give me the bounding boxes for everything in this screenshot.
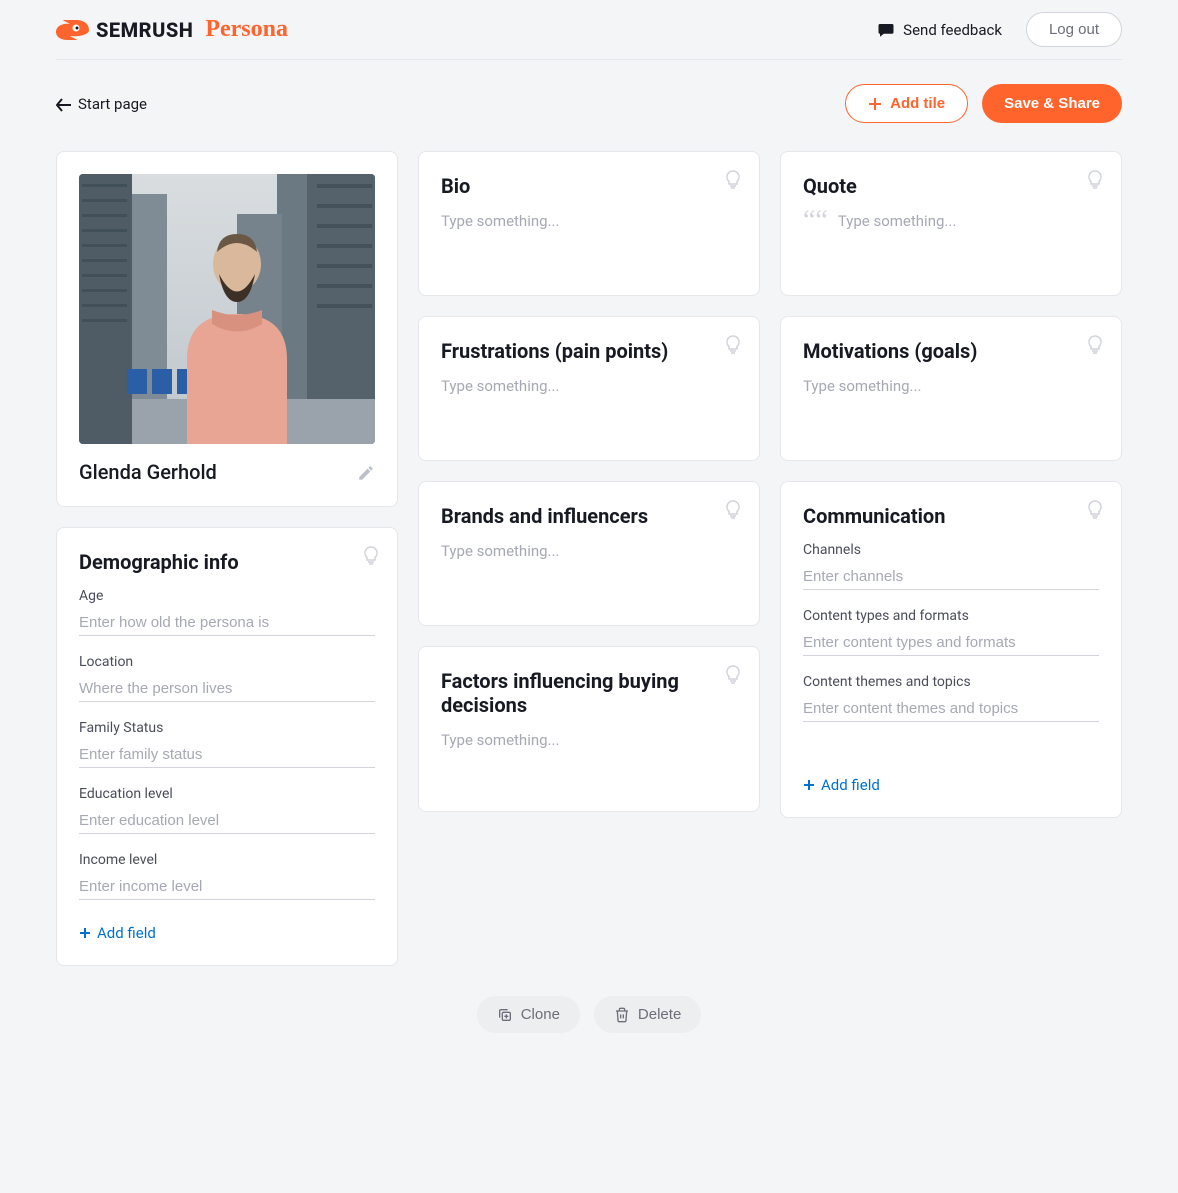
add-field-label: Add field bbox=[97, 924, 156, 942]
factors-input[interactable] bbox=[441, 731, 737, 785]
field-label-channels: Channels bbox=[803, 542, 1099, 558]
footer-actions: Clone Delete bbox=[56, 996, 1122, 1033]
field-label-education: Education level bbox=[79, 786, 375, 802]
motivations-input[interactable] bbox=[803, 377, 1099, 431]
logo[interactable]: SEMRUSH Persona bbox=[56, 16, 288, 43]
education-input[interactable] bbox=[79, 808, 375, 834]
back-label: Start page bbox=[78, 95, 147, 113]
factors-tile: Factors influencing buying decisions bbox=[418, 646, 760, 812]
demographic-tile: Demographic info Age Location Family Sta… bbox=[56, 527, 398, 966]
frustrations-input[interactable] bbox=[441, 377, 737, 431]
lightbulb-icon[interactable] bbox=[1087, 335, 1103, 359]
back-arrow-icon bbox=[56, 95, 72, 113]
lightbulb-icon[interactable] bbox=[725, 500, 741, 524]
family-status-input[interactable] bbox=[79, 742, 375, 768]
field-label-location: Location bbox=[79, 654, 375, 670]
age-input[interactable] bbox=[79, 610, 375, 636]
brands-input[interactable] bbox=[441, 542, 737, 596]
feedback-icon bbox=[877, 20, 895, 39]
feedback-label: Send feedback bbox=[903, 21, 1002, 39]
income-input[interactable] bbox=[79, 874, 375, 900]
send-feedback-link[interactable]: Send feedback bbox=[877, 20, 1002, 39]
motivations-title: Motivations (goals) bbox=[803, 339, 1099, 363]
frustrations-title: Frustrations (pain points) bbox=[441, 339, 737, 363]
field-label-family: Family Status bbox=[79, 720, 375, 736]
save-share-button[interactable]: Save & Share bbox=[982, 84, 1122, 123]
avatar-tile: Glenda Gerhold bbox=[56, 151, 398, 507]
lightbulb-icon[interactable] bbox=[725, 335, 741, 359]
lightbulb-icon[interactable] bbox=[725, 170, 741, 194]
field-label-income: Income level bbox=[79, 852, 375, 868]
frustrations-tile: Frustrations (pain points) bbox=[418, 316, 760, 461]
communication-title: Communication bbox=[803, 504, 1099, 528]
quote-tile: Quote ““ bbox=[780, 151, 1122, 296]
brands-title: Brands and influencers bbox=[441, 504, 737, 528]
clone-label: Clone bbox=[521, 1006, 560, 1023]
brand-sub: Persona bbox=[205, 16, 288, 43]
clone-icon bbox=[497, 1006, 513, 1023]
header: SEMRUSH Persona Send feedback Log out bbox=[56, 0, 1122, 60]
factors-title: Factors influencing buying decisions bbox=[441, 669, 737, 717]
bio-input[interactable] bbox=[441, 212, 737, 266]
lightbulb-icon[interactable] bbox=[1087, 170, 1103, 194]
field-label-age: Age bbox=[79, 588, 375, 604]
back-link[interactable]: Start page bbox=[56, 95, 147, 113]
field-label-content-themes: Content themes and topics bbox=[803, 674, 1099, 690]
action-bar: Start page Add tile Save & Share bbox=[56, 84, 1122, 123]
add-field-demographic[interactable]: Add field bbox=[79, 924, 156, 942]
lightbulb-icon[interactable] bbox=[363, 546, 379, 570]
communication-tile: Communication Channels Content types and… bbox=[780, 481, 1122, 818]
field-label-content-types: Content types and formats bbox=[803, 608, 1099, 624]
brands-tile: Brands and influencers bbox=[418, 481, 760, 626]
quote-title: Quote bbox=[803, 174, 1099, 198]
add-tile-button[interactable]: Add tile bbox=[845, 84, 968, 123]
lightbulb-icon[interactable] bbox=[1087, 500, 1103, 524]
content-themes-input[interactable] bbox=[803, 696, 1099, 722]
trash-icon bbox=[614, 1006, 630, 1023]
motivations-tile: Motivations (goals) bbox=[780, 316, 1122, 461]
quote-icon: ““ bbox=[803, 214, 828, 228]
quote-input[interactable] bbox=[838, 212, 1099, 230]
demographic-title: Demographic info bbox=[79, 550, 375, 574]
delete-label: Delete bbox=[638, 1006, 681, 1023]
bio-title: Bio bbox=[441, 174, 737, 198]
clone-button[interactable]: Clone bbox=[477, 996, 580, 1033]
add-tile-label: Add tile bbox=[890, 95, 945, 112]
add-field-label: Add field bbox=[821, 776, 880, 794]
semrush-logo-icon bbox=[56, 18, 90, 42]
delete-button[interactable]: Delete bbox=[594, 996, 701, 1033]
persona-name: Glenda Gerhold bbox=[79, 460, 217, 484]
brand-name: SEMRUSH bbox=[96, 18, 193, 42]
lightbulb-icon[interactable] bbox=[725, 665, 741, 689]
add-field-communication[interactable]: Add field bbox=[803, 776, 880, 794]
bio-tile: Bio bbox=[418, 151, 760, 296]
logout-button[interactable]: Log out bbox=[1026, 12, 1122, 47]
persona-avatar[interactable] bbox=[79, 174, 375, 444]
channels-input[interactable] bbox=[803, 564, 1099, 590]
content-types-input[interactable] bbox=[803, 630, 1099, 656]
edit-icon[interactable] bbox=[357, 462, 375, 482]
location-input[interactable] bbox=[79, 676, 375, 702]
plus-icon bbox=[868, 95, 882, 112]
